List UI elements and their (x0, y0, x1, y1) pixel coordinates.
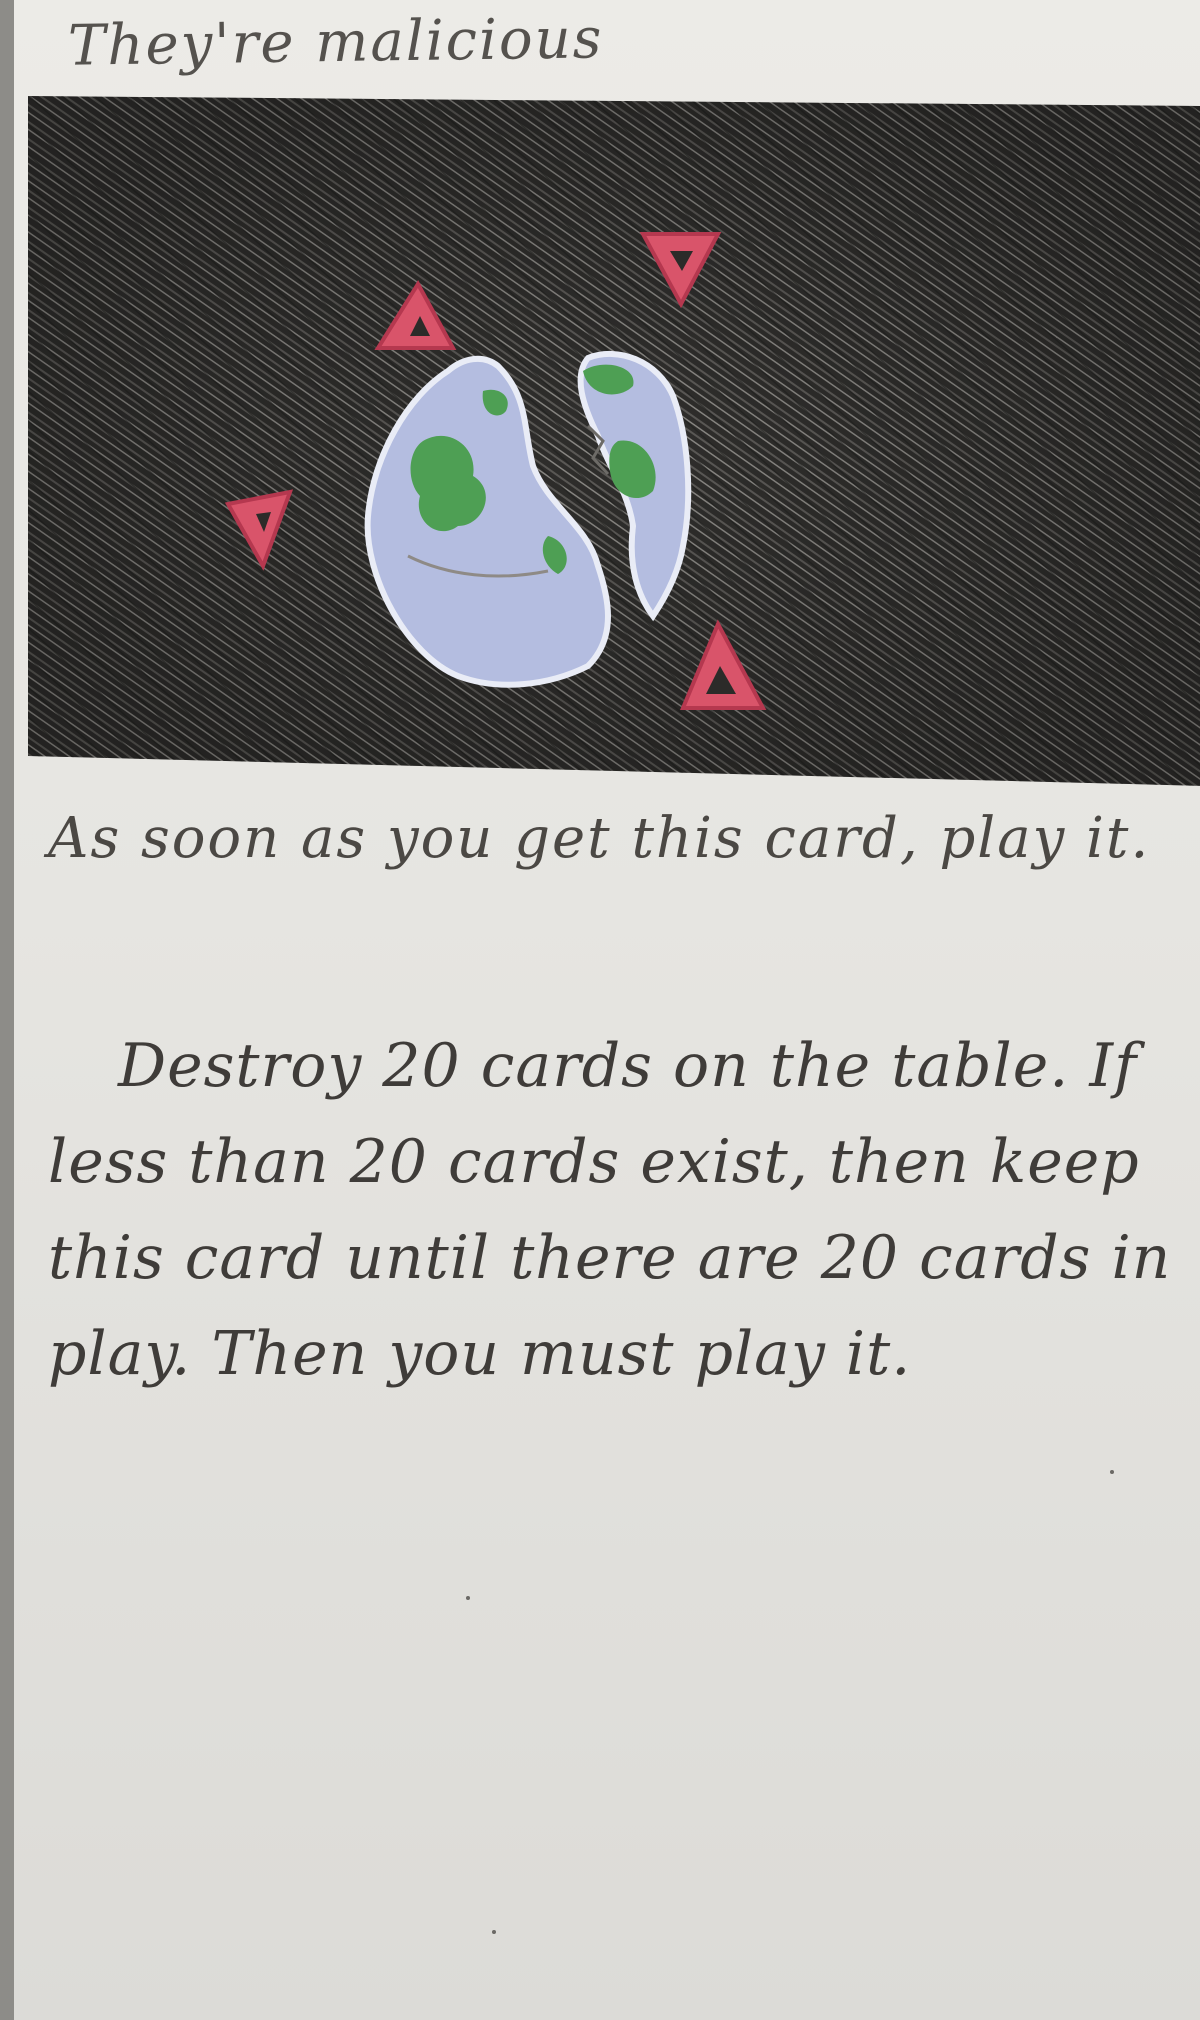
card-illustration-svg (28, 96, 1200, 786)
card-effect-text: Destroy 20 cards on the table. If less t… (48, 1031, 1172, 1389)
paper-speck (466, 1596, 470, 1600)
card-illustration (28, 96, 1200, 786)
play-instruction-text: As soon as you get this card, play it. (48, 806, 1151, 871)
card-title: They're malicious (67, 6, 604, 79)
paper-speck (492, 1930, 496, 1934)
paper-speck (1110, 1470, 1114, 1474)
card: They're malicious As soon as you get thi… (0, 0, 1200, 2020)
